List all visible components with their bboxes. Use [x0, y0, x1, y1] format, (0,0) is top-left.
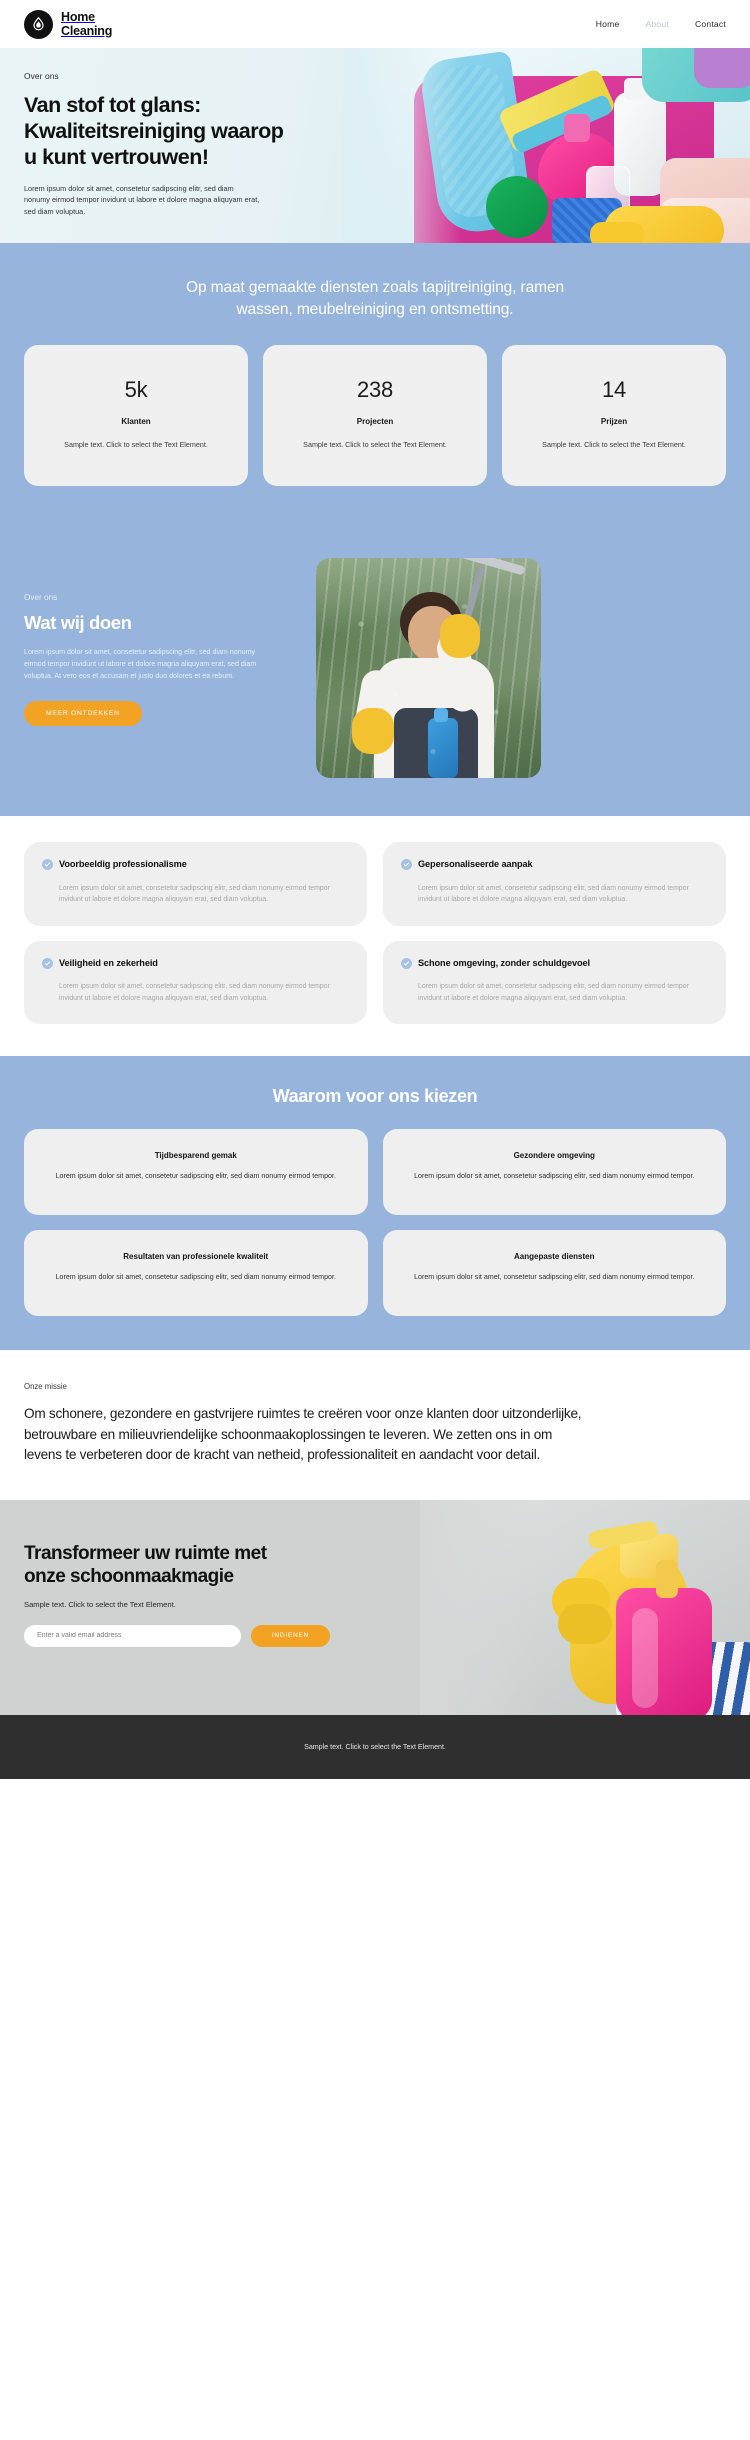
what-we-do-title: Wat wij doen: [24, 612, 132, 634]
feature-card-body: Lorem ipsum dolor sit amet, consetetur s…: [418, 884, 689, 904]
feature-card: Gepersonaliseerde aanpak Lorem ipsum dol…: [383, 842, 726, 926]
stat-description: Sample text. Click to select the Text El…: [542, 440, 686, 449]
stat-label: Klanten: [121, 417, 151, 426]
check-circle-icon: [42, 957, 53, 969]
cta-content: Transformeer uw ruimte met onze schoonma…: [0, 1500, 330, 1647]
stat-description: Sample text. Click to select the Text El…: [303, 440, 447, 449]
submit-button[interactable]: INDIENEN: [250, 1624, 330, 1647]
hero-eyebrow: Over ons: [24, 71, 59, 81]
check-circle-icon: [401, 859, 412, 871]
what-we-do-eyebrow: Over ons: [24, 593, 58, 603]
services-heading: Op maat gemaakte diensten zoals tapijtre…: [185, 279, 564, 318]
footer: Sample text. Click to select the Text El…: [0, 1714, 750, 1779]
feature-card-body: Lorem ipsum dolor sit amet, consetetur s…: [59, 884, 330, 904]
why-card-title: Tijdbesparend gemak: [154, 1151, 237, 1161]
window-cleaning-photo: [316, 558, 541, 779]
stat-label: Projecten: [356, 417, 394, 426]
stat-label: Prijzen: [600, 417, 628, 426]
feature-card-head: Veiligheid en zekerheid: [42, 957, 349, 969]
cta-subtitle: Sample text. Click to select the Text El…: [24, 1599, 176, 1609]
hero-photo-fade: [342, 48, 462, 243]
hero-section: Over ons Van stof tot glans: Kwaliteitsr…: [0, 48, 750, 243]
feature-card-body: Lorem ipsum dolor sit amet, consetetur s…: [59, 983, 330, 1002]
water-drop-in-circle-icon: [24, 9, 53, 39]
features-column-left: Voorbeeldig professionalisme Lorem ipsum…: [24, 842, 367, 1025]
discover-more-button[interactable]: MEER ONTDEKKEN: [24, 701, 142, 727]
stat-card: 238 Projecten Sample text. Click to sele…: [263, 345, 487, 487]
why-card-body: Lorem ipsum dolor sit amet, consetetur s…: [414, 1273, 695, 1282]
why-choose-us-section: Waarom voor ons kiezen Tijdbesparend gem…: [0, 1056, 750, 1351]
why-card-body: Lorem ipsum dolor sit amet, consetetur s…: [55, 1172, 336, 1181]
why-choose-us-heading: Waarom voor ons kiezen: [272, 1086, 478, 1107]
spray-bottle-hand-photo: [420, 1499, 750, 1715]
feature-card-head: Schone omgeving, zonder schuldgevoel: [401, 957, 708, 969]
feature-card-title: Veiligheid en zekerheid: [59, 957, 158, 968]
feature-card-title: Voorbeeldig professionalisme: [59, 859, 187, 870]
hero-cleaning-supplies-photo: [342, 48, 750, 243]
brand-name: Home Cleaning: [61, 10, 112, 38]
why-card: Gezondere omgeving Lorem ipsum dolor sit…: [382, 1129, 726, 1216]
stat-number: 14: [601, 377, 627, 402]
why-card: Aangepaste diensten Lorem ipsum dolor si…: [382, 1230, 726, 1317]
stat-description: Sample text. Click to select the Text El…: [64, 440, 208, 449]
mission-eyebrow: Onze missie: [24, 1382, 67, 1392]
features-section: Voorbeeldig professionalisme Lorem ipsum…: [0, 816, 750, 1057]
feature-card-head: Voorbeeldig professionalisme: [42, 858, 349, 871]
why-card-title: Aangepaste diensten: [514, 1252, 595, 1262]
hero-content: Over ons Van stof tot glans: Kwaliteitsr…: [0, 48, 300, 218]
why-card: Resultaten van professionele kwaliteit L…: [24, 1230, 368, 1317]
nav-link-contact[interactable]: Contact: [695, 19, 726, 29]
what-we-do-section: Over ons Wat wij doen Lorem ipsum dolor …: [0, 522, 750, 817]
feature-card: Veiligheid en zekerheid Lorem ipsum dolo…: [24, 940, 367, 1025]
why-card-title: Resultaten van professionele kwaliteit: [123, 1252, 269, 1262]
cta-title: Transformeer uw ruimte met onze schoonma…: [24, 1542, 267, 1587]
page-root: Home Cleaning Home About Contact Over on…: [0, 0, 750, 1779]
brand-line-1: Home: [61, 10, 95, 24]
nav-link-about[interactable]: About: [646, 19, 669, 29]
feature-card: Voorbeeldig professionalisme Lorem ipsum…: [24, 842, 367, 926]
stat-card: 5k Klanten Sample text. Click to select …: [24, 345, 248, 487]
why-card-title: Gezondere omgeving: [513, 1151, 595, 1161]
nav-link-home[interactable]: Home: [596, 19, 620, 29]
feature-card: Schone omgeving, zonder schuldgevoel Lor…: [383, 940, 726, 1025]
stat-card: 14 Prijzen Sample text. Click to select …: [502, 345, 726, 487]
check-circle-icon: [401, 957, 412, 969]
services-section: Op maat gemaakte diensten zoals tapijtre…: [0, 243, 750, 523]
hero-copy: Lorem ipsum dolor sit amet, consetetur s…: [24, 183, 260, 217]
stat-number: 238: [356, 377, 394, 402]
feature-card-title: Gepersonaliseerde aanpak: [418, 859, 533, 870]
newsletter-form: INDIENEN: [24, 1624, 330, 1647]
feature-card-body: Lorem ipsum dolor sit amet, consetetur s…: [418, 983, 689, 1002]
top-navigation: Home Cleaning Home About Contact: [0, 0, 750, 48]
mission-section: Onze missie Om schonere, gezondere en ga…: [0, 1350, 750, 1500]
features-column-right: Gepersonaliseerde aanpak Lorem ipsum dol…: [383, 842, 726, 1025]
brand-line-2: Cleaning: [61, 24, 113, 38]
what-we-do-copy: Lorem ipsum dolor sit amet, consetetur s…: [24, 648, 257, 681]
why-card-body: Lorem ipsum dolor sit amet, consetetur s…: [55, 1273, 336, 1282]
why-card-body: Lorem ipsum dolor sit amet, consetetur s…: [414, 1172, 695, 1181]
feature-card-head: Gepersonaliseerde aanpak: [401, 858, 708, 871]
check-circle-icon: [42, 859, 53, 871]
stats-row: 5k Klanten Sample text. Click to select …: [0, 321, 750, 487]
cta-section: Transformeer uw ruimte met onze schoonma…: [0, 1499, 750, 1715]
nav-links: Home About Contact: [596, 19, 726, 29]
hero-title: Van stof tot glans: Kwaliteitsreiniging …: [24, 93, 284, 170]
brand-logo[interactable]: Home Cleaning: [24, 9, 112, 39]
mission-text: Om schonere, gezondere en gastvrijere ru…: [24, 1406, 582, 1463]
stat-number: 5k: [124, 377, 148, 402]
email-input[interactable]: [24, 1624, 241, 1647]
why-card: Tijdbesparend gemak Lorem ipsum dolor si…: [24, 1129, 368, 1216]
footer-text: Sample text. Click to select the Text El…: [304, 1742, 446, 1751]
why-choose-us-grid: Tijdbesparend gemak Lorem ipsum dolor si…: [0, 1107, 750, 1317]
what-we-do-content: Over ons Wat wij doen Lorem ipsum dolor …: [24, 558, 294, 727]
feature-card-title: Schone omgeving, zonder schuldgevoel: [418, 957, 591, 968]
